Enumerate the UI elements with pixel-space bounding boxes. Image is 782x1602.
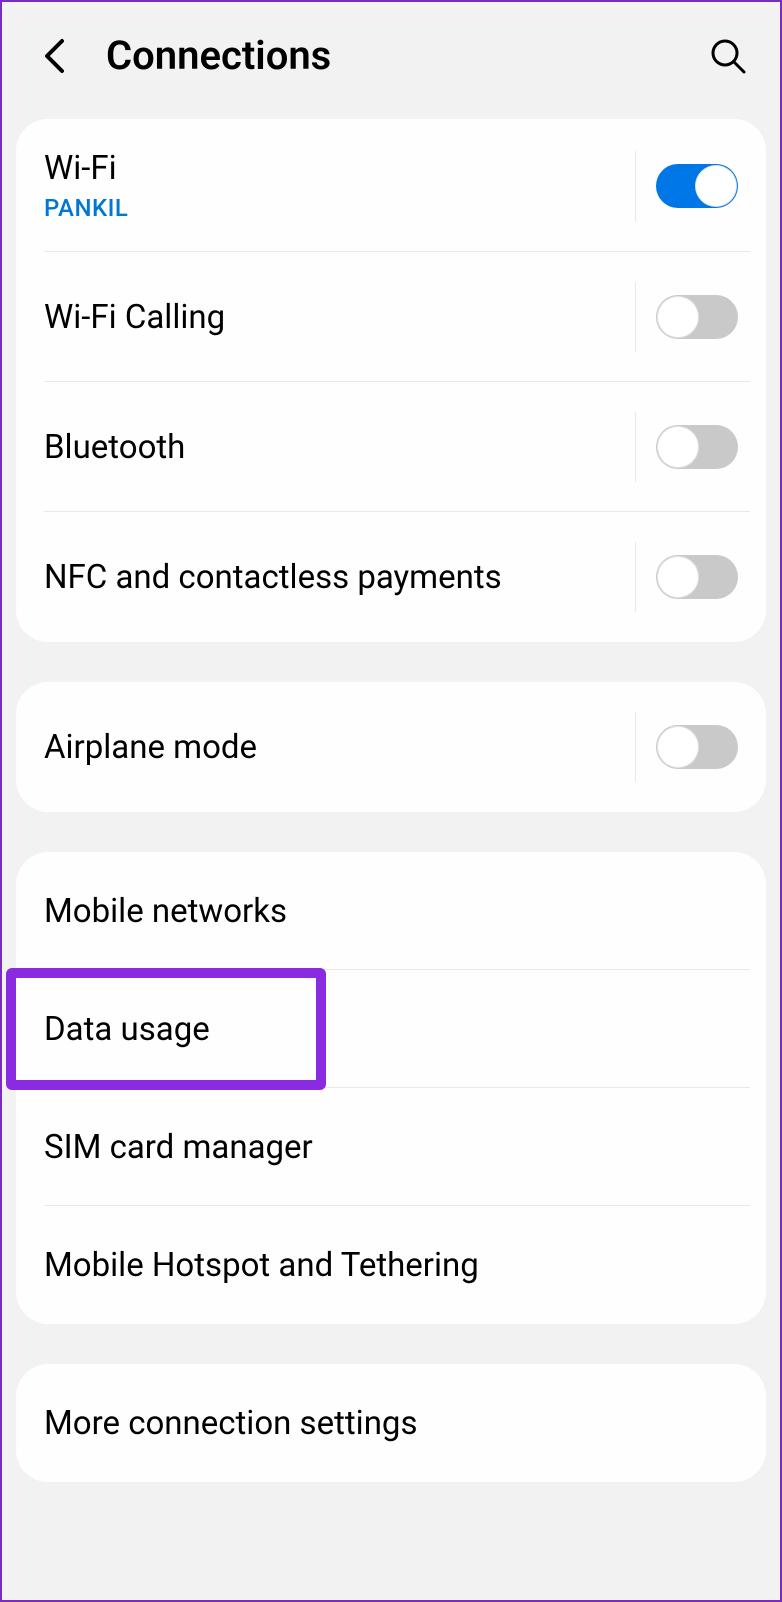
nfc-label: NFC and contactless payments [44, 558, 635, 597]
wifi-label: Wi-Fi [44, 149, 635, 188]
header: Connections [2, 2, 780, 119]
sim-card-manager-row[interactable]: SIM card manager [16, 1088, 766, 1206]
wifi-row[interactable]: Wi-Fi PANKIL [16, 119, 766, 252]
data-usage-label: Data usage [44, 1010, 738, 1049]
content: Wi-Fi PANKIL Wi-Fi Calling Bluetooth [2, 119, 780, 1482]
mobile-hotspot-label: Mobile Hotspot and Tethering [44, 1246, 738, 1285]
settings-group: Mobile networks Data usage SIM card mana… [16, 852, 766, 1324]
mobile-networks-row[interactable]: Mobile networks [16, 852, 766, 970]
wifi-calling-row[interactable]: Wi-Fi Calling [16, 252, 766, 382]
wifi-calling-toggle[interactable] [656, 295, 738, 339]
wifi-toggle[interactable] [656, 164, 738, 208]
wifi-calling-label: Wi-Fi Calling [44, 298, 635, 337]
search-icon[interactable] [706, 34, 750, 78]
bluetooth-toggle[interactable] [656, 425, 738, 469]
airplane-mode-row[interactable]: Airplane mode [16, 682, 766, 812]
more-connection-settings-label: More connection settings [44, 1404, 738, 1443]
bluetooth-row[interactable]: Bluetooth [16, 382, 766, 512]
settings-group: Wi-Fi PANKIL Wi-Fi Calling Bluetooth [16, 119, 766, 642]
airplane-mode-toggle[interactable] [656, 725, 738, 769]
nfc-toggle[interactable] [656, 555, 738, 599]
page-title: Connections [106, 32, 706, 79]
nfc-row[interactable]: NFC and contactless payments [16, 512, 766, 642]
back-icon[interactable] [32, 34, 76, 78]
wifi-network-name: PANKIL [44, 194, 635, 222]
mobile-hotspot-row[interactable]: Mobile Hotspot and Tethering [16, 1206, 766, 1324]
settings-group: Airplane mode [16, 682, 766, 812]
airplane-mode-label: Airplane mode [44, 728, 635, 767]
mobile-networks-label: Mobile networks [44, 892, 738, 931]
data-usage-row[interactable]: Data usage [16, 970, 766, 1088]
settings-group: More connection settings [16, 1364, 766, 1482]
sim-card-manager-label: SIM card manager [44, 1128, 738, 1167]
more-connection-settings-row[interactable]: More connection settings [16, 1364, 766, 1482]
bluetooth-label: Bluetooth [44, 428, 635, 467]
